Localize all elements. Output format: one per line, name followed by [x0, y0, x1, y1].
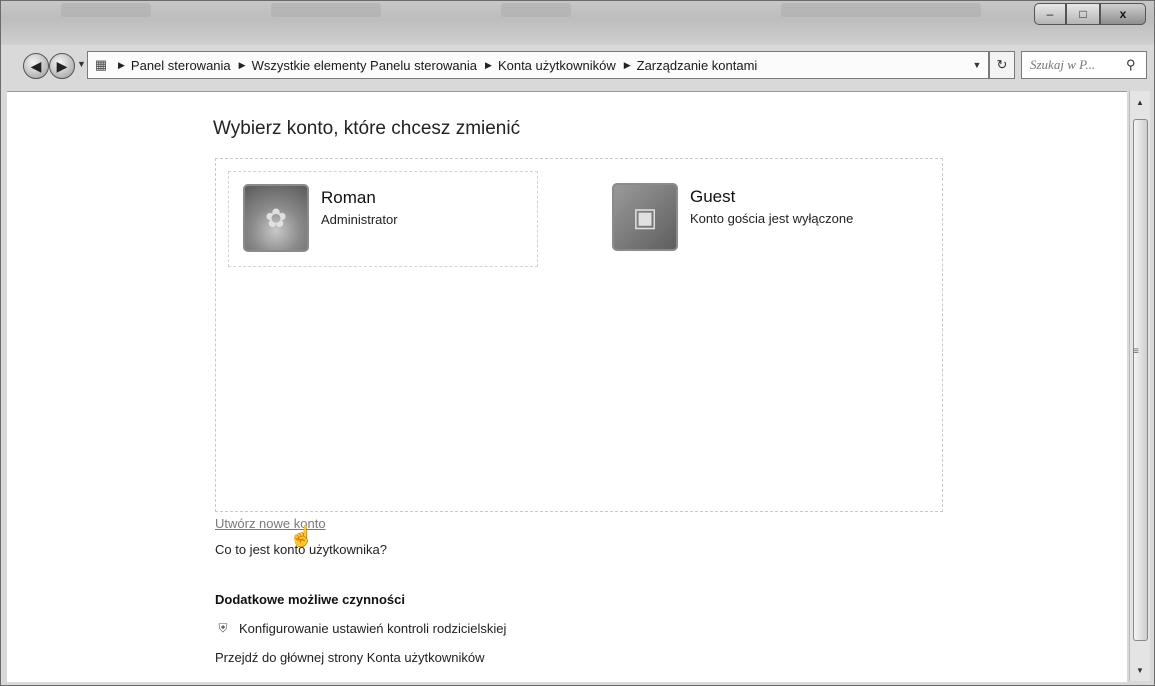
scroll-down-icon[interactable]: ▼	[1130, 661, 1150, 679]
back-arrow-icon: ◀	[30, 57, 42, 74]
breadcrumb-wszystkie-elementy[interactable]: Wszystkie elementy Panelu sterowania	[252, 58, 477, 73]
account-name: Roman	[321, 188, 376, 207]
shield-icon: ⛨	[218, 620, 228, 635]
search-box[interactable]: ⚲	[1021, 51, 1147, 79]
close-button[interactable]: x	[1100, 3, 1146, 25]
accounts-list: ✿ Roman Administrator ▣ Guest Konto gośc…	[215, 158, 943, 512]
refresh-button[interactable]: ↻	[989, 51, 1015, 79]
account-role: Administrator	[321, 212, 398, 227]
page-title: Wybierz konto, które chcesz zmienić	[213, 118, 521, 139]
control-panel-icon[interactable]: ▦	[92, 56, 110, 74]
user-accounts-home-label[interactable]: Przejdź do głównej strony Konta użytkown…	[215, 650, 485, 665]
address-bar[interactable]: ▦ ▶ Panel sterowania ▶ Wszystkie element…	[87, 51, 989, 79]
back-button[interactable]: ◀	[23, 53, 49, 79]
navigation-bar: ◀ ▶ ▼ ▦ ▶ Panel sterowania ▶ Wszystkie e…	[1, 47, 1154, 79]
scroll-up-icon[interactable]: ▲	[1130, 93, 1150, 111]
forward-button[interactable]: ▶	[49, 53, 75, 79]
account-role: Konto gościa jest wyłączone	[690, 211, 854, 226]
address-dropdown-icon[interactable]: ▼	[966, 52, 988, 78]
scroll-grip-icon: ≡	[1133, 346, 1139, 357]
breadcrumb-panel-sterowania[interactable]: Panel sterowania	[131, 58, 231, 73]
account-tile-roman[interactable]: ✿ Roman Administrator	[228, 171, 538, 267]
breadcrumb-separator-icon[interactable]: ▶	[485, 60, 492, 71]
account-tile-guest[interactable]: ▣ Guest Konto gościa jest wyłączone	[598, 171, 906, 265]
what-is-account-link[interactable]: Co to jest konto użytkownika?	[215, 542, 387, 557]
breadcrumb-separator-icon[interactable]: ▶	[239, 60, 246, 71]
recent-pages-dropdown[interactable]: ▼	[77, 59, 86, 69]
parental-controls-link[interactable]: ⛨ Konfigurowanie ustawień kontroli rodzi…	[215, 620, 506, 636]
flower-avatar-icon: ✿	[243, 184, 309, 252]
parental-controls-label[interactable]: Konfigurowanie ustawień kontroli rodzici…	[239, 621, 506, 636]
refresh-icon: ↻	[996, 57, 1008, 72]
account-name: Guest	[690, 187, 736, 206]
scrollbar-thumb[interactable]	[1133, 119, 1148, 641]
content-pane: Wybierz konto, które chcesz zmienić ✿ Ro…	[7, 91, 1127, 682]
control-panel-window: – □ x ◀ ▶ ▼ ▦ ▶ Panel sterowania ▶ Wszys…	[0, 0, 1155, 686]
breadcrumb-konta-uzytkownikow[interactable]: Konta użytkowników	[498, 58, 616, 73]
search-icon[interactable]: ⚲	[1126, 57, 1136, 73]
briefcase-avatar-icon: ▣	[612, 183, 678, 251]
title-bar: – □ x	[1, 1, 1154, 45]
breadcrumb-zarzadzanie-kontami[interactable]: Zarządzanie kontami	[637, 58, 758, 73]
maximize-button[interactable]: □	[1066, 3, 1100, 25]
additional-tasks-heading: Dodatkowe możliwe czynności	[215, 592, 405, 607]
search-input[interactable]	[1028, 56, 1122, 74]
forward-arrow-icon: ▶	[56, 57, 68, 74]
vertical-scrollbar[interactable]: ▲ ≡ ▼	[1129, 91, 1150, 681]
breadcrumb-separator-icon[interactable]: ▶	[118, 60, 125, 71]
user-accounts-home-link[interactable]: Przejdź do głównej strony Konta użytkown…	[215, 650, 485, 665]
breadcrumb-separator-icon[interactable]: ▶	[624, 60, 631, 71]
minimize-button[interactable]: –	[1034, 3, 1066, 25]
caption-buttons: – □ x	[1034, 3, 1146, 25]
